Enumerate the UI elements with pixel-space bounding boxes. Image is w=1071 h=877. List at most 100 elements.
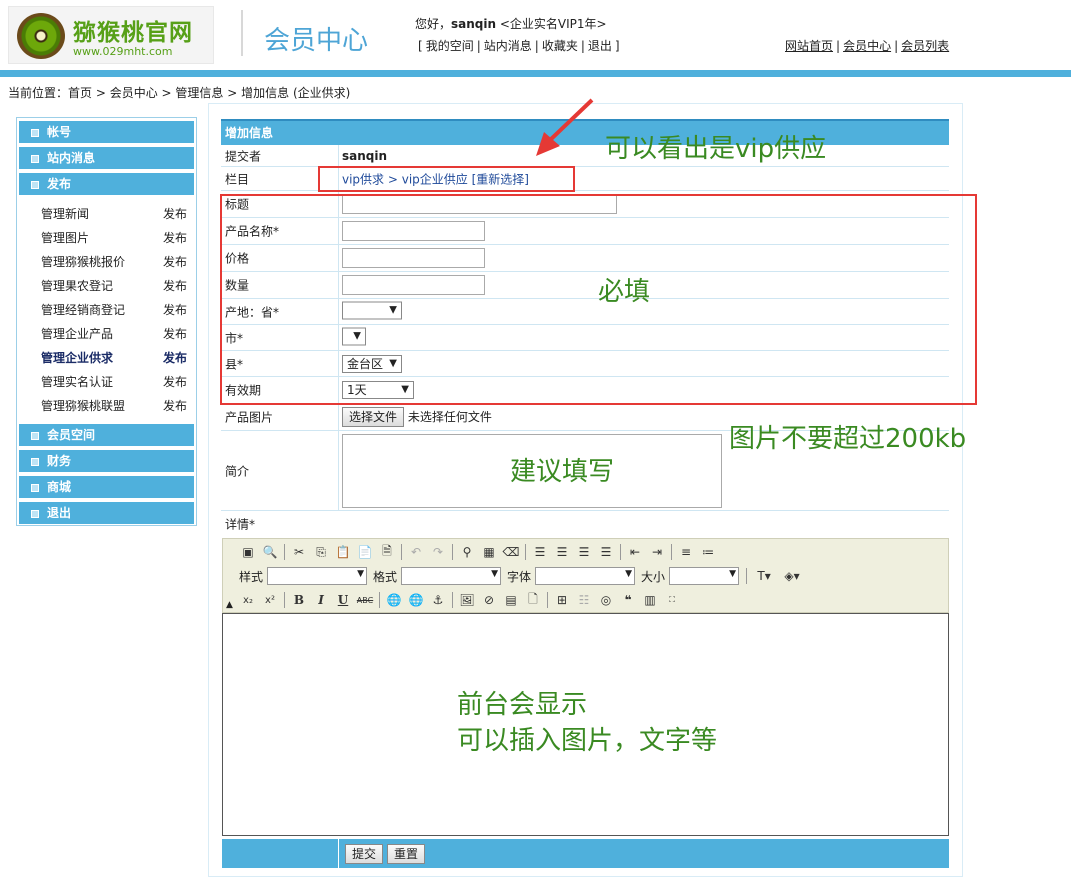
- link-favorites[interactable]: 收藏夹: [542, 39, 578, 53]
- copy-icon[interactable]: ⎘: [310, 543, 332, 561]
- sidebar-section-shop[interactable]: 商城: [19, 476, 194, 498]
- table-icon[interactable]: ⊞: [551, 591, 573, 609]
- form-footer: 提交 重置: [222, 839, 949, 868]
- smiley-icon[interactable]: ◎: [595, 591, 617, 609]
- select-all-icon[interactable]: ▦: [478, 543, 500, 561]
- paste-word-icon[interactable]: 🗎: [376, 543, 398, 561]
- breadcrumb-home[interactable]: 首页: [68, 86, 92, 100]
- style-label: 样式: [239, 569, 264, 584]
- link-site-home[interactable]: 网站首页: [785, 39, 833, 53]
- text-color-icon[interactable]: T▾: [750, 567, 778, 585]
- ordered-list-icon[interactable]: ≡: [675, 543, 697, 561]
- breadcrumb: 当前位置：首页 > 会员中心 > 管理信息 > 增加信息 (企业供求): [8, 86, 351, 100]
- dropdown-arrow-icon: ▼: [625, 569, 633, 579]
- preview-icon[interactable]: 🔍: [259, 543, 281, 561]
- indent-icon[interactable]: ⇥: [646, 543, 668, 561]
- sidebar-section-finance[interactable]: 财务: [19, 450, 194, 472]
- link-messages[interactable]: 站内消息: [484, 39, 532, 53]
- annotation-vip-note: 可以看出是vip供应: [605, 134, 827, 164]
- sidebar-section-account[interactable]: 帐号: [19, 121, 194, 143]
- align-right-icon[interactable]: ☰: [573, 543, 595, 561]
- superscript-icon[interactable]: x²: [259, 591, 281, 609]
- sidebar-item-products: 管理企业产品 发布: [41, 327, 187, 341]
- link-member-list[interactable]: 会员列表: [901, 39, 949, 53]
- paste-text-icon[interactable]: 📄: [354, 543, 376, 561]
- underline-icon[interactable]: U: [332, 591, 354, 609]
- bold-icon[interactable]: B: [288, 591, 310, 609]
- size-combo[interactable]: ▼: [669, 567, 740, 585]
- sidebar: 帐号 站内消息 发布 管理新闻 发布 管理图片 发布 管理猕猴桃报价 发布 管理果农登…: [16, 117, 197, 526]
- undo-icon[interactable]: ↶: [405, 543, 427, 561]
- link-logout[interactable]: 退出: [588, 39, 612, 53]
- greeting: 您好，sanqin <企业实名VIP1年>: [415, 15, 607, 32]
- square-bullet-icon: [31, 432, 39, 440]
- breadcrumb-manage-info[interactable]: 管理信息: [175, 86, 223, 100]
- sidebar-section-logout[interactable]: 退出: [19, 502, 194, 524]
- sidebar-section-publish[interactable]: 发布: [19, 173, 194, 195]
- square-bullet-icon: [31, 129, 39, 137]
- quick-links: [我的空间 | 站内消息 | 收藏夹 | 退出]: [418, 39, 620, 53]
- italic-icon[interactable]: I: [310, 591, 332, 609]
- format-combo[interactable]: ▼: [401, 567, 502, 585]
- blockquote-icon[interactable]: ❝: [617, 591, 639, 609]
- font-combo[interactable]: ▼: [535, 567, 636, 585]
- file-icon[interactable]: 🗋: [522, 591, 544, 609]
- toolbar-row-3: x₂ x² B I U ABC 🌐 🌐 ⚓ 🖼 ⊘ ▤ 🗋 ⊞ ☷ ◎ ❝ ▥ …: [237, 589, 683, 611]
- header: 猕猴桃官网 www.029mht.com 会员中心 您好，sanqin <企业实…: [0, 0, 1071, 70]
- flash-icon[interactable]: ⊘: [478, 591, 500, 609]
- annotation-intro-note: 建议填写: [510, 457, 615, 487]
- cut-icon[interactable]: ✂: [288, 543, 310, 561]
- sidebar-item-dealers: 管理经销商登记 发布: [41, 303, 187, 317]
- media-icon[interactable]: ▤: [500, 591, 522, 609]
- anchor-icon[interactable]: ⚓: [427, 591, 449, 609]
- link-icon[interactable]: 🌐: [383, 591, 405, 609]
- format-label: 格式: [373, 569, 398, 584]
- image-icon[interactable]: 🖼: [456, 591, 478, 609]
- paste-icon[interactable]: 📋: [332, 543, 354, 561]
- logo-url: www.029mht.com: [73, 45, 173, 58]
- submit-button[interactable]: 提交: [345, 844, 384, 864]
- outdent-icon[interactable]: ⇤: [624, 543, 646, 561]
- unordered-list-icon[interactable]: ≔: [697, 543, 719, 561]
- square-bullet-icon: [31, 181, 39, 189]
- square-bullet-icon: [31, 510, 39, 518]
- breadcrumb-current: 增加信息 (企业供求): [241, 86, 351, 100]
- link-my-space[interactable]: 我的空间: [426, 39, 474, 53]
- sidebar-item-verification: 管理实名认证 发布: [41, 375, 187, 389]
- dropdown-arrow-icon: ▼: [729, 569, 737, 579]
- font-label: 字体: [507, 569, 532, 584]
- sidebar-item-farmers: 管理果农登记 发布: [41, 279, 187, 293]
- link-member-center[interactable]: 会员中心: [843, 39, 891, 53]
- align-left-icon[interactable]: ☰: [529, 543, 551, 561]
- align-justify-icon[interactable]: ☰: [595, 543, 617, 561]
- toolbar-row-2: 样式 ▼ 格式 ▼ 字体 ▼ 大小 ▼ T▾ ◈▾: [237, 565, 806, 587]
- sidebar-item-images: 管理图片 发布: [41, 231, 187, 245]
- redo-icon[interactable]: ↷: [427, 543, 449, 561]
- style-combo[interactable]: ▼: [267, 567, 368, 585]
- eraser-icon[interactable]: ⌫: [500, 543, 522, 561]
- square-bullet-icon: [31, 155, 39, 163]
- site-links: 网站首页 | 会员中心 | 会员列表: [785, 39, 950, 53]
- sidebar-section-space[interactable]: 会员空间: [19, 424, 194, 446]
- member-level: <企业实名VIP1年>: [499, 17, 607, 31]
- page-break-icon[interactable]: ▥: [639, 591, 661, 609]
- username: sanqin: [451, 17, 497, 31]
- source-icon[interactable]: ▣: [237, 543, 259, 561]
- find-icon[interactable]: ⚲: [456, 543, 478, 561]
- bg-color-icon[interactable]: ◈▾: [778, 567, 806, 585]
- row-detail-label: 详情*: [225, 517, 256, 532]
- choose-file-button[interactable]: 选择文件: [342, 407, 405, 427]
- subscript-icon[interactable]: x₂: [237, 591, 259, 609]
- strikethrough-icon[interactable]: ABC: [354, 591, 376, 609]
- breadcrumb-member-center[interactable]: 会员中心: [110, 86, 158, 100]
- align-center-icon[interactable]: ☰: [551, 543, 573, 561]
- unlink-icon[interactable]: 🌐: [405, 591, 427, 609]
- maximize-icon[interactable]: ⛶: [661, 591, 683, 609]
- annotation-detail-note-1: 前台会显示: [457, 690, 588, 720]
- reset-button[interactable]: 重置: [387, 844, 426, 864]
- collapse-toolbar-icon[interactable]: ▲: [226, 600, 233, 610]
- member-center-title: 会员中心: [264, 26, 369, 56]
- sidebar-section-messages[interactable]: 站内消息: [19, 147, 194, 169]
- site-logo[interactable]: 猕猴桃官网 www.029mht.com: [8, 6, 214, 64]
- horizontal-rule-icon[interactable]: ☷: [573, 591, 595, 609]
